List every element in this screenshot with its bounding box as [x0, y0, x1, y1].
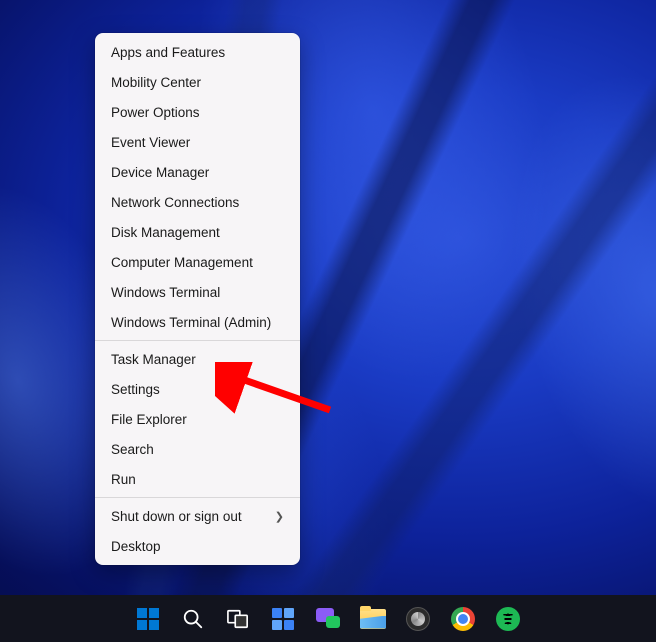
menu-item-run[interactable]: Run [95, 464, 300, 494]
menu-label: Run [111, 472, 136, 487]
obs-icon [406, 607, 430, 631]
menu-item-device-manager[interactable]: Device Manager [95, 157, 300, 187]
search-icon [182, 608, 204, 630]
menu-separator [95, 340, 300, 341]
menu-item-windows-terminal[interactable]: Windows Terminal [95, 277, 300, 307]
task-view-button[interactable] [218, 599, 258, 639]
spotify-app[interactable] [488, 599, 528, 639]
chevron-right-icon: ❯ [275, 510, 284, 523]
folder-icon [360, 609, 386, 629]
menu-label: Disk Management [111, 225, 220, 240]
obs-app[interactable] [398, 599, 438, 639]
menu-label: Desktop [111, 539, 161, 554]
chrome-app[interactable] [443, 599, 483, 639]
menu-item-desktop[interactable]: Desktop [95, 531, 300, 561]
windows-logo-icon [136, 607, 160, 631]
menu-item-shut-down[interactable]: Shut down or sign out ❯ [95, 501, 300, 531]
menu-label: Computer Management [111, 255, 253, 270]
menu-label: Windows Terminal (Admin) [111, 315, 271, 330]
menu-item-network-connections[interactable]: Network Connections [95, 187, 300, 217]
menu-label: Network Connections [111, 195, 239, 210]
menu-label: Settings [111, 382, 160, 397]
menu-item-computer-management[interactable]: Computer Management [95, 247, 300, 277]
task-view-icon [227, 609, 249, 629]
menu-item-disk-management[interactable]: Disk Management [95, 217, 300, 247]
search-button[interactable] [173, 599, 213, 639]
menu-label: Search [111, 442, 154, 457]
menu-separator [95, 497, 300, 498]
menu-item-settings[interactable]: Settings [95, 374, 300, 404]
menu-label: Mobility Center [111, 75, 201, 90]
menu-item-file-explorer[interactable]: File Explorer [95, 404, 300, 434]
file-explorer-app[interactable] [353, 599, 393, 639]
menu-label: Device Manager [111, 165, 209, 180]
taskbar [0, 595, 656, 642]
spotify-icon [496, 607, 520, 631]
menu-label: Event Viewer [111, 135, 190, 150]
menu-item-mobility-center[interactable]: Mobility Center [95, 67, 300, 97]
chat-app[interactable] [308, 599, 348, 639]
menu-item-search[interactable]: Search [95, 434, 300, 464]
menu-item-task-manager[interactable]: Task Manager [95, 344, 300, 374]
menu-item-event-viewer[interactable]: Event Viewer [95, 127, 300, 157]
chat-icon [316, 608, 340, 630]
winx-context-menu: Apps and Features Mobility Center Power … [95, 33, 300, 565]
start-button[interactable] [128, 599, 168, 639]
menu-label: Windows Terminal [111, 285, 220, 300]
chrome-icon [451, 607, 475, 631]
menu-label: Task Manager [111, 352, 196, 367]
menu-label: File Explorer [111, 412, 187, 427]
menu-item-power-options[interactable]: Power Options [95, 97, 300, 127]
menu-label: Apps and Features [111, 45, 225, 60]
menu-label: Power Options [111, 105, 200, 120]
menu-item-windows-terminal-admin[interactable]: Windows Terminal (Admin) [95, 307, 300, 337]
menu-item-apps-features[interactable]: Apps and Features [95, 37, 300, 67]
widgets-icon [271, 607, 295, 631]
menu-label: Shut down or sign out [111, 509, 242, 524]
widgets-button[interactable] [263, 599, 303, 639]
